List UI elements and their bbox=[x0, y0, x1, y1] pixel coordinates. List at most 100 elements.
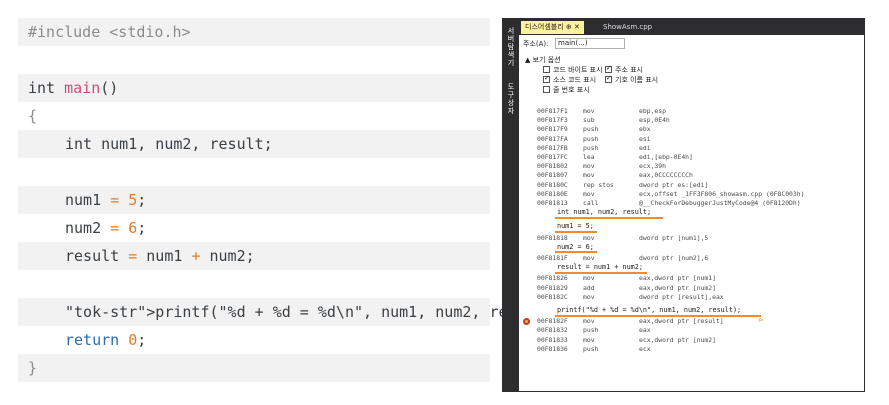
asm-operand: ebx bbox=[639, 125, 651, 134]
asm-operand: @__CheckForDebuggerJustMyCode@4 (0F8120D… bbox=[639, 199, 801, 207]
asm-address: 00F817FC bbox=[537, 153, 568, 161]
tab-disassembly[interactable]: 디스어셈블리 ⊕ ✕ bbox=[521, 21, 584, 34]
asm-operand: eax,dword ptr [result] bbox=[639, 317, 724, 326]
asm-mnemonic: push bbox=[583, 125, 599, 134]
asm-address: 00F8182C bbox=[537, 292, 568, 301]
asm-operand: esp,0E4h bbox=[639, 116, 670, 125]
code-line: int main() bbox=[18, 74, 490, 102]
asm-mnemonic: sub bbox=[583, 116, 595, 125]
asm-mnemonic: add bbox=[583, 283, 595, 292]
asm-operand: eax,0CCCCCCCCh bbox=[639, 171, 693, 180]
asm-mnemonic: mov bbox=[583, 171, 595, 180]
asm-address: 00F81818 bbox=[537, 233, 568, 242]
code-line: } bbox=[18, 354, 490, 382]
document-tabs: 디스어셈블리 ⊕ ✕ ShowAsm.cpp bbox=[519, 19, 864, 35]
asm-operand: eax,dword ptr [num2] bbox=[639, 283, 716, 292]
asm-operand: dword ptr [num2],6 bbox=[639, 254, 709, 262]
disassembly-window: 서버 탐색기 도구 상자 디스어셈블리 ⊕ ✕ ShowAsm.cpp 주소(A… bbox=[502, 18, 865, 392]
asm-operand: ebp,esp bbox=[639, 107, 666, 115]
side-tool-strip: 서버 탐색기 도구 상자 bbox=[503, 19, 519, 391]
asm-operand: ecx,offset _1FF3F806_showasm.cpp (0F8C00… bbox=[639, 189, 805, 198]
source-underline bbox=[555, 314, 761, 317]
asm-mnemonic: call bbox=[583, 199, 599, 207]
asm-operand: ecx,dword ptr [num2] bbox=[639, 335, 716, 344]
asm-operand: ecx bbox=[639, 344, 651, 353]
asm-address: 00F81807 bbox=[537, 171, 568, 180]
code-editor: #include <stdio.h> int main() { int num1, n… bbox=[18, 18, 562, 390]
asm-operand: eax bbox=[639, 326, 651, 335]
checkbox-icon[interactable] bbox=[543, 66, 550, 73]
checkbox-checked-icon[interactable] bbox=[543, 74, 550, 83]
asm-operand: edi,[ebp-0E4h] bbox=[639, 153, 693, 161]
address-input[interactable]: main(...) bbox=[555, 38, 625, 49]
asm-address: 00F81829 bbox=[537, 283, 568, 292]
asm-address: 00F8181F bbox=[537, 254, 568, 262]
code-line: int num1, num2, result; bbox=[18, 130, 490, 158]
code-line: num1 = 5; bbox=[18, 186, 490, 214]
code-line: return 0; bbox=[65, 331, 147, 349]
asm-address: 00F817FB bbox=[537, 143, 568, 152]
option-source-code[interactable]: 소스 코드 표시 bbox=[543, 74, 596, 85]
asm-mnemonic: mov bbox=[583, 189, 595, 198]
address-bar: 주소(A): main(...) bbox=[523, 38, 860, 50]
asm-mnemonic: push bbox=[583, 344, 599, 353]
option-line-numbers[interactable]: 줄 번호 표시 bbox=[543, 85, 590, 95]
checkbox-checked-icon[interactable] bbox=[605, 74, 612, 83]
asm-mnemonic: mov bbox=[583, 107, 595, 115]
code-line: "tok-str">printf("%d + %d = %d\n", num1,… bbox=[18, 298, 562, 326]
asm-address: 00F817F3 bbox=[537, 116, 568, 125]
asm-mnemonic: mov bbox=[583, 233, 595, 242]
source-underline bbox=[555, 271, 647, 274]
asm-address: 00F81833 bbox=[537, 335, 568, 344]
asm-mnemonic: mov bbox=[583, 162, 595, 171]
toolbox-tab[interactable]: 도구 상자 bbox=[505, 83, 517, 115]
asm-address: 00F81802 bbox=[537, 162, 568, 171]
checkbox-checked-icon[interactable] bbox=[605, 64, 612, 73]
option-code-bytes[interactable]: 코드 바이트 표시 bbox=[543, 65, 603, 75]
source-underline bbox=[555, 216, 663, 219]
code-line: result = num1 + num2; bbox=[18, 242, 490, 270]
asm-mnemonic: push bbox=[583, 326, 599, 335]
code-line: #include <stdio.h> bbox=[18, 18, 490, 46]
asm-mnemonic: mov bbox=[583, 254, 595, 262]
asm-address: 00F8180E bbox=[537, 189, 568, 198]
asm-mnemonic: mov bbox=[583, 317, 595, 326]
address-label: 주소(A): bbox=[523, 40, 549, 48]
asm-operand: dword ptr [num1],5 bbox=[639, 233, 709, 242]
asm-address: 00F817F9 bbox=[537, 125, 568, 134]
asm-address: 00F8180C bbox=[537, 180, 568, 189]
asm-address: 00F81832 bbox=[537, 326, 568, 335]
source-underline bbox=[555, 230, 597, 233]
asm-address: 00F81826 bbox=[537, 274, 568, 283]
code-line: { bbox=[28, 107, 38, 125]
asm-mnemonic: lea bbox=[583, 153, 595, 161]
asm-operand: eax,dword ptr [num1] bbox=[639, 274, 716, 283]
option-symbol-names[interactable]: 기호 이름 표시 bbox=[605, 74, 658, 85]
asm-mnemonic: mov bbox=[583, 335, 595, 344]
asm-address: 00F81836 bbox=[537, 344, 568, 353]
asm-mnemonic: push bbox=[583, 143, 599, 152]
asm-mnemonic: mov bbox=[583, 274, 595, 283]
asm-address: 00F8182F bbox=[537, 317, 568, 326]
checkbox-icon[interactable] bbox=[543, 86, 550, 93]
source-underline bbox=[555, 251, 597, 254]
asm-mnemonic: rep stos bbox=[583, 180, 614, 189]
asm-operand: esi bbox=[639, 134, 651, 143]
tab-showasm-cpp[interactable]: ShowAsm.cpp bbox=[599, 21, 656, 34]
asm-operand: dword ptr es:[edi] bbox=[639, 180, 709, 189]
asm-address: 00F81813 bbox=[537, 199, 568, 207]
code-line: num2 = 6; bbox=[65, 219, 147, 237]
asm-address: 00F817F1 bbox=[537, 107, 568, 115]
asm-operand: dword ptr [result],eax bbox=[639, 292, 724, 301]
view-options-header[interactable]: ▲ 보기 옵션 bbox=[525, 55, 561, 65]
current-line-arrow-icon: ⊳ bbox=[759, 316, 764, 325]
asm-operand: edi bbox=[639, 143, 651, 152]
asm-address: 00F817FA bbox=[537, 134, 568, 143]
asm-mnemonic: push bbox=[583, 134, 599, 143]
server-explorer-tab[interactable]: 서버 탐색기 bbox=[505, 27, 517, 67]
breakpoint-icon[interactable] bbox=[523, 318, 530, 326]
asm-mnemonic: mov bbox=[583, 292, 595, 301]
